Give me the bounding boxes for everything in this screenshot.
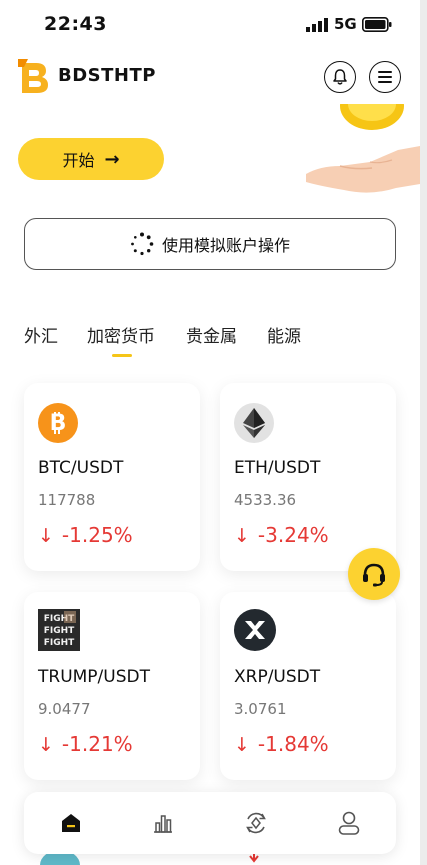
battery-icon xyxy=(362,17,392,32)
profile-icon xyxy=(338,811,360,835)
bell-icon xyxy=(333,69,347,85)
market-price: 117788 xyxy=(38,491,96,509)
arrow-down-icon: ↓ xyxy=(38,525,54,547)
brand-logo-icon xyxy=(18,59,48,93)
market-change-value: -1.21% xyxy=(61,732,133,756)
trump-token-icon: FIGHT FIGHT FIGHT xyxy=(38,609,80,651)
customer-support-button[interactable] xyxy=(348,548,400,600)
arrow-right-icon: → xyxy=(104,148,120,170)
start-button[interactable]: 开始 → xyxy=(18,138,164,180)
svg-text:FIGHT: FIGHT xyxy=(44,638,75,648)
status-time: 22:43 xyxy=(44,13,107,35)
market-card-btc[interactable]: B BTC/USDT 117788 ↓ -1.25% xyxy=(24,383,200,571)
home-icon xyxy=(62,814,80,832)
market-change-value: -1.25% xyxy=(61,523,133,547)
xrp-icon xyxy=(234,609,276,651)
market-card-eth[interactable]: ETH/USDT 4533.36 ↓ -3.24% xyxy=(220,383,396,571)
arrow-down-icon: ↓ xyxy=(234,734,250,756)
hamburger-menu-icon xyxy=(378,71,392,83)
bitcoin-icon: B xyxy=(38,403,78,443)
market-pair: XRP/USDT xyxy=(234,667,321,687)
market-pair: ETH/USDT xyxy=(234,458,321,478)
active-tab-indicator xyxy=(112,354,132,357)
market-change: ↓ -3.24% xyxy=(234,523,329,547)
headset-icon xyxy=(363,563,385,587)
nav-profile[interactable] xyxy=(334,808,364,838)
demo-account-label: 使用模拟账户操作 xyxy=(161,236,290,255)
svg-text:FIGHT: FIGHT xyxy=(44,626,75,636)
signal-icon xyxy=(306,18,328,32)
loading-spinner-icon xyxy=(131,232,154,256)
nav-trade[interactable] xyxy=(241,808,271,838)
category-tabs: 外汇 加密货币 贵金属 能源 xyxy=(0,318,420,358)
ethereum-icon xyxy=(234,403,274,443)
app-header: BDSTHTP xyxy=(0,52,420,108)
trade-exchange-icon xyxy=(246,812,266,834)
tab-precious-metals[interactable]: 贵金属 xyxy=(186,322,237,347)
tab-forex[interactable]: 外汇 xyxy=(24,322,58,347)
brand-name: BDSTHTP xyxy=(58,65,156,86)
arrow-down-icon: ↓ xyxy=(38,734,54,756)
status-bar: 22:43 5G xyxy=(0,0,420,52)
screen-edge xyxy=(420,0,427,865)
hero-banner: 开始 → xyxy=(0,104,420,198)
market-change: ↓ -1.21% xyxy=(38,732,133,756)
arrow-down-icon: ↓ xyxy=(234,525,250,547)
start-button-label: 开始 xyxy=(62,151,95,170)
market-change: ↓ -1.84% xyxy=(234,732,329,756)
nav-markets[interactable] xyxy=(148,808,178,838)
market-change: ↓ -1.25% xyxy=(38,523,133,547)
nav-home[interactable] xyxy=(56,808,86,838)
market-card-xrp[interactable]: XRP/USDT 3.0761 ↓ -1.84% xyxy=(220,592,396,780)
demo-account-button[interactable]: 使用模拟账户操作 xyxy=(24,218,396,270)
markets-chart-icon xyxy=(154,815,172,833)
market-change-value: -3.24% xyxy=(257,523,329,547)
market-change-value: -1.84% xyxy=(257,732,329,756)
market-price: 4533.36 xyxy=(234,491,297,509)
app-screen: 22:43 5G BDSTHTP 开始 → 使用模拟账户操作 外汇 加密货币 贵… xyxy=(0,0,420,865)
network-type: 5G xyxy=(334,15,357,33)
tab-energy[interactable]: 能源 xyxy=(267,322,301,347)
notifications-button[interactable] xyxy=(324,61,356,93)
market-price: 9.0477 xyxy=(38,700,91,718)
market-card-trump[interactable]: FIGHT FIGHT FIGHT TRUMP/USDT 9.0477 ↓ -1.… xyxy=(24,592,200,780)
hand-illustration xyxy=(306,146,420,193)
market-pair: BTC/USDT xyxy=(38,458,124,478)
bottom-navigation xyxy=(24,792,396,854)
tab-crypto[interactable]: 加密货币 xyxy=(87,322,155,347)
market-price: 3.0761 xyxy=(234,700,287,718)
menu-button[interactable] xyxy=(369,61,401,93)
market-pair: TRUMP/USDT xyxy=(38,667,150,687)
